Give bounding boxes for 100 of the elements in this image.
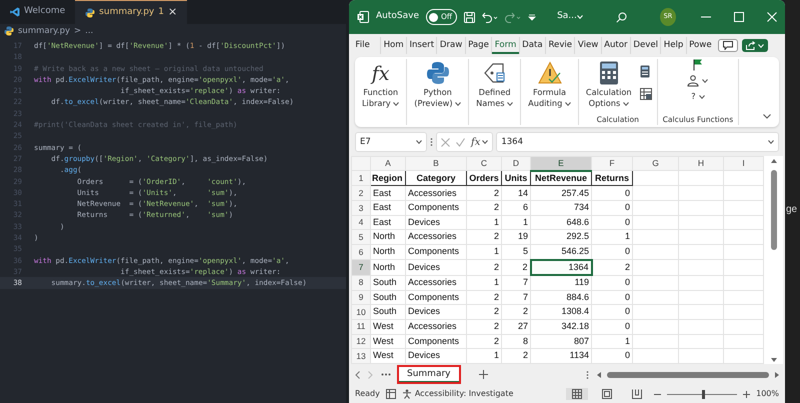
table-cell[interactable]: 1 [466,348,502,364]
table-cell[interactable]: West [370,348,406,364]
table-cell[interactable]: East [370,215,406,230]
table-cell[interactable]: 2 [466,186,502,201]
ribbon-tab[interactable]: Help [660,37,686,54]
column-heading-cell[interactable]: Category [406,170,466,186]
row-header[interactable]: 7 [352,260,370,276]
accessibility-button[interactable]: Accessibility: Investigate [402,388,514,400]
table-cell[interactable]: West [370,320,406,334]
ribbon-tab[interactable]: View [574,37,601,54]
table-cell[interactable]: 27 [502,320,530,334]
table-cell[interactable]: 2 [592,260,632,276]
ribbon-tab[interactable]: Form [491,37,519,54]
table-cell[interactable]: 0 [592,275,632,290]
ribbon-tab[interactable]: Insert [406,37,436,54]
row-header[interactable]: 4 [352,215,370,230]
column-header[interactable]: E [530,156,592,171]
row-header[interactable]: 9 [352,290,370,305]
table-cell[interactable]: Devices [406,304,466,320]
column-header[interactable]: F [592,156,632,171]
table-cell[interactable]: 2 [466,230,502,244]
table-cell[interactable]: Components [406,334,466,349]
table-cell[interactable]: 1 [592,230,632,244]
row-header[interactable]: 1 [352,170,370,186]
table-cell[interactable]: 7 [502,275,530,290]
table-cell[interactable]: Accessories [406,275,466,290]
table-cell[interactable]: 0 [592,200,632,216]
column-header[interactable]: B [406,156,466,171]
defined-names-button[interactable]: Defined Names [474,59,516,109]
ribbon-tab[interactable]: Powe [686,37,714,54]
ribbon-tab[interactable]: Revie [545,37,574,54]
ribbon-tab[interactable]: Page [464,37,492,54]
column-heading-cell[interactable]: Returns [592,170,632,186]
column-header[interactable]: H [678,156,724,171]
table-cell[interactable]: Accessories [406,186,466,201]
table-cell[interactable]: 342.18 [530,320,592,334]
row-header[interactable]: 2 [352,186,370,201]
table-cell[interactable]: 1 [466,215,502,230]
table-cell[interactable]: 2 [466,200,502,216]
formula-field[interactable]: 1364 [496,132,779,152]
table-cell[interactable]: 0 [592,304,632,320]
table-cell[interactable]: 1 [592,334,632,349]
table-cell[interactable]: 1 [466,244,502,260]
row-header[interactable]: 10 [352,304,370,320]
name-box[interactable]: E7 [355,132,427,152]
table-cell[interactable]: 2 [502,304,530,320]
column-heading-cell[interactable]: Orders [466,170,502,186]
table-cell[interactable]: 648.6 [530,215,592,230]
table-cell[interactable]: 7 [502,290,530,305]
table-cell[interactable]: East [370,200,406,216]
column-heading-cell[interactable]: Units [502,170,530,186]
table-cell[interactable]: Components [406,244,466,260]
table-cell[interactable]: 0 [592,215,632,230]
ribbon-tab[interactable]: Data [518,37,546,54]
table-cell[interactable]: 2 [466,304,502,320]
table-cell[interactable]: West [370,334,406,349]
table-cell[interactable]: 1 [466,275,502,290]
breadcrumb-more[interactable]: ... [85,24,94,38]
column-heading-cell[interactable]: Region [370,170,406,186]
row-header[interactable]: 11 [352,320,370,334]
table-cell[interactable]: 807 [530,334,592,349]
table-cell[interactable]: South [370,290,406,305]
table-cell[interactable]: 119 [530,275,592,290]
row-header[interactable]: 8 [352,275,370,290]
table-cell[interactable]: 257.45 [530,186,592,201]
table-cell[interactable]: 1 [502,215,530,230]
table-cell[interactable]: South [370,304,406,320]
ribbon-tab[interactable]: Draw [436,37,465,54]
column-header[interactable]: I [724,156,764,171]
table-cell[interactable]: 1308.4 [530,304,592,320]
table-cell[interactable]: North [370,230,406,244]
table-cell[interactable]: 0 [592,244,632,260]
ribbon-tab[interactable]: Devel [630,37,660,54]
table-cell[interactable]: South [370,275,406,290]
python-button[interactable]: Python (Preview) [412,59,464,109]
table-cell[interactable]: 2 [466,320,502,334]
table-cell[interactable]: Components [406,200,466,216]
help-button[interactable]: ? [689,89,707,102]
table-cell[interactable]: 8 [502,334,530,349]
table-cell[interactable]: 0 [592,186,632,201]
table-cell[interactable]: 2 [466,260,502,276]
ribbon-tab[interactable]: Hom [380,37,406,54]
table-cell[interactable]: 1364 [530,260,592,276]
calculation-options-button[interactable]: Calculation Options [584,59,634,109]
zoom-level[interactable]: 100% [756,388,779,400]
table-cell[interactable]: North [370,260,406,276]
row-header[interactable]: 3 [352,200,370,216]
table-cell[interactable]: 5 [502,244,530,260]
column-header[interactable]: C [466,156,502,171]
editor-tab[interactable]: summary.py 1 × [75,0,188,24]
table-cell[interactable]: Devices [406,348,466,364]
formula-auditing-button[interactable]: Formula Auditing [526,59,573,109]
row-header[interactable]: 5 [352,230,370,244]
row-header[interactable]: 13 [352,348,370,364]
table-cell[interactable]: North [370,244,406,260]
table-cell[interactable]: 0 [592,348,632,364]
table-cell[interactable]: 884.6 [530,290,592,305]
table-cell[interactable]: Components [406,290,466,305]
column-header[interactable]: G [632,156,678,171]
table-cell[interactable]: 6 [502,200,530,216]
